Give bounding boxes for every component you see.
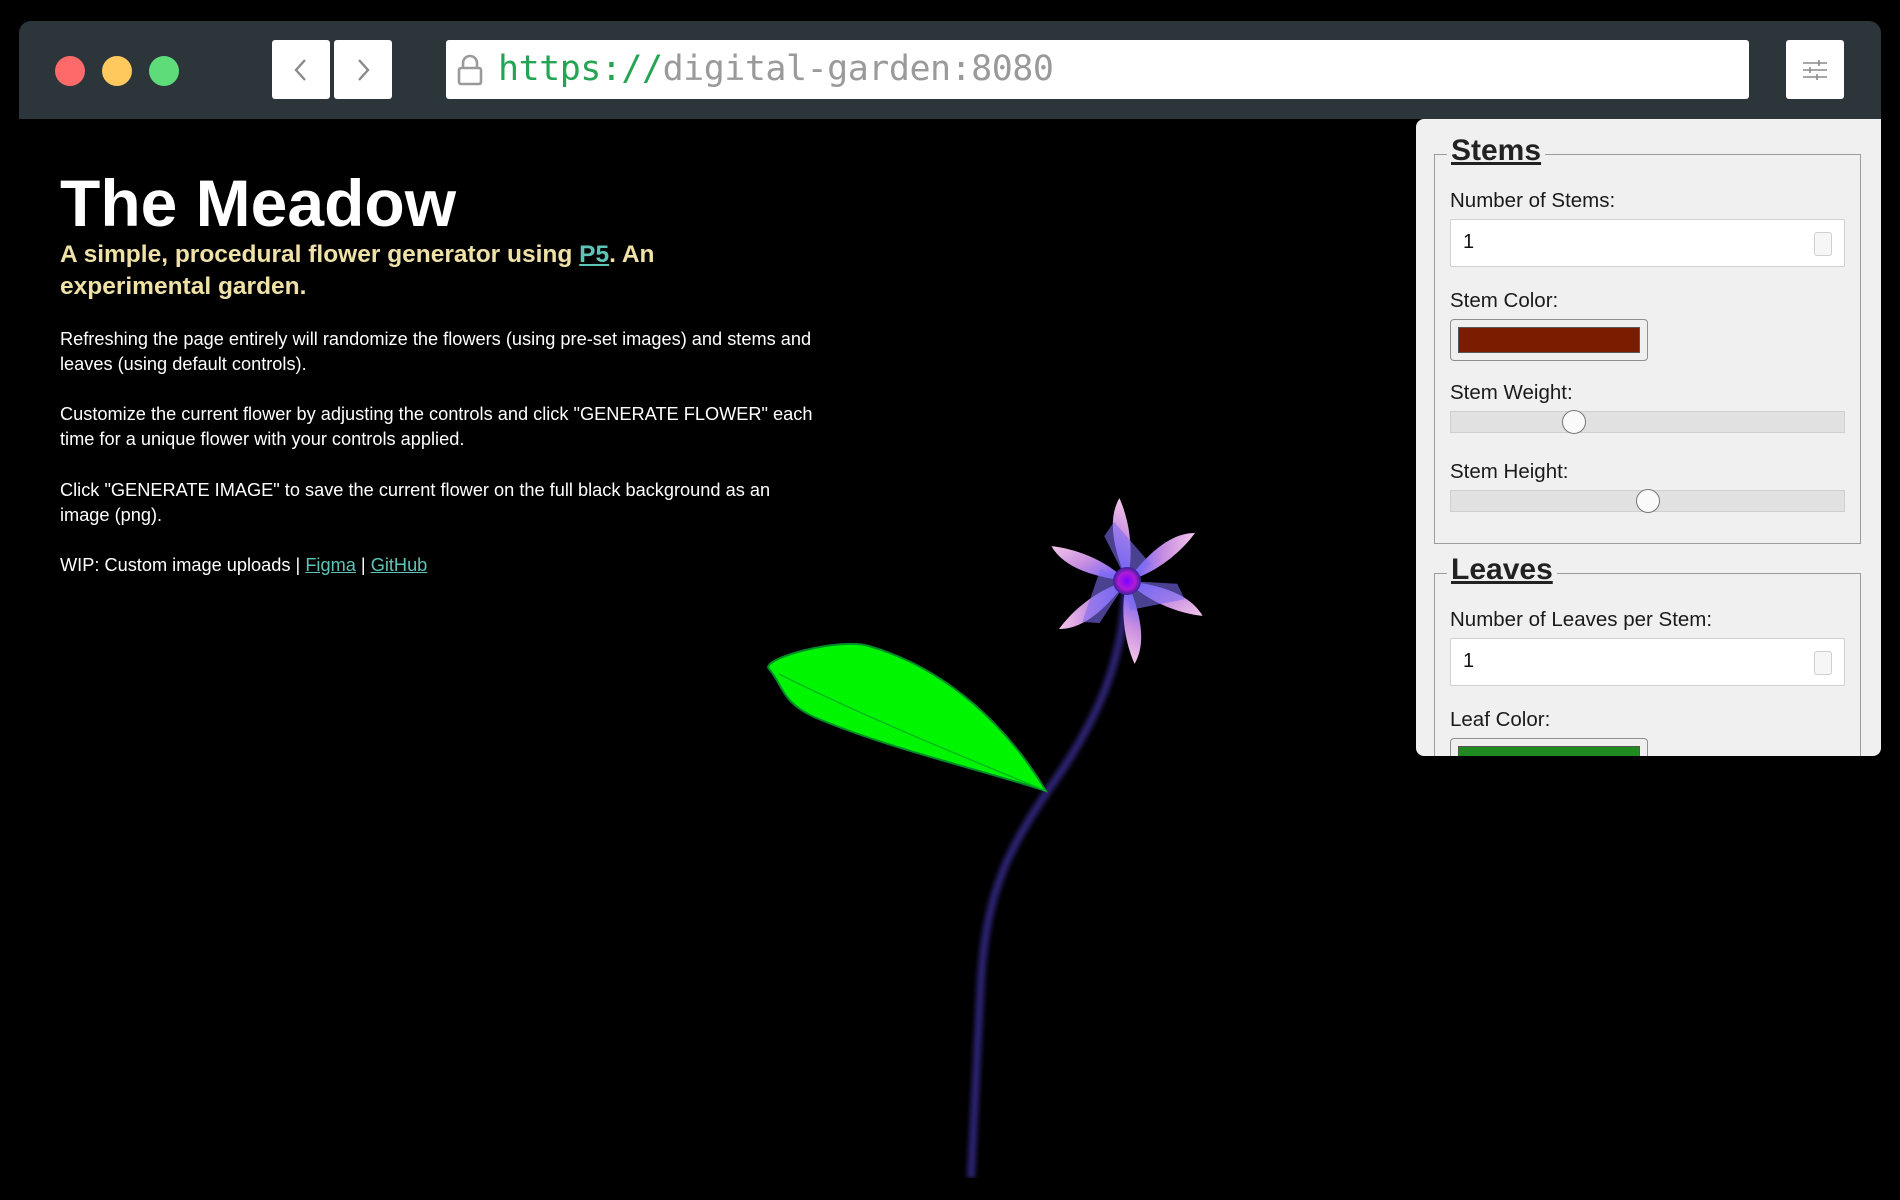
leaf-color-label: Leaf Color: [1450,708,1551,731]
leaf-color-picker[interactable] [1450,738,1648,756]
intro-paragraph-1: Refreshing the page entirely will random… [60,329,812,374]
page-title: The Meadow [60,166,457,240]
leaf-count-label: Number of Leaves per Stem: [1450,608,1713,631]
back-button[interactable] [272,40,330,99]
stem-color-swatch [1458,327,1640,353]
stems-fieldset: Stems Number of Stems: 1 Stem Color: Ste… [1434,133,1861,544]
leaf-count-spinner[interactable] [1814,651,1832,675]
stem-color-picker[interactable] [1450,319,1648,361]
page-content: The Meadow A simple, procedural flower g… [19,119,1881,1178]
url-host: digital-garden:8080 [662,49,1054,89]
leaves-legend: Leaves [1447,552,1557,588]
flower-leaf [767,642,1049,793]
controls-panel: Stems Number of Stems: 1 Stem Color: Ste… [1416,119,1881,756]
stem-count-input[interactable]: 1 [1450,219,1845,267]
intro-paragraph-2: Customize the current flower by adjustin… [60,404,813,449]
chevron-left-icon [294,58,306,81]
wip-line: WIP: Custom image uploads | Figma | GitH… [60,553,820,578]
link-separator: | [355,555,371,575]
url-scheme: https:// [498,49,663,89]
page-subtitle: A simple, procedural flower generator us… [60,239,710,303]
forward-button[interactable] [334,40,392,99]
leaf-color-swatch [1458,746,1640,756]
stem-color-label: Stem Color: [1450,289,1559,312]
subtitle-text: A simple, procedural flower generator us… [60,241,580,268]
lock-icon [457,54,483,86]
browser-toolbar: https://digital-garden:8080 [19,21,1881,119]
stem-count-spinner[interactable] [1814,232,1832,256]
chevron-right-icon [358,58,370,81]
leaf-count-value: 1 [1463,650,1475,672]
flower-stem [967,582,1130,1178]
browser-window: https://digital-garden:8080 The Meadow A… [19,21,1881,1178]
github-link[interactable]: GitHub [371,555,428,575]
stem-count-value: 1 [1463,231,1475,253]
url-text: https://digital-garden:8080 [498,49,1054,89]
leaves-fieldset: Leaves Number of Leaves per Stem: 1 Leaf… [1434,552,1861,756]
p5-link[interactable]: P5 [579,241,609,268]
intro-paragraph-3: Click "GENERATE IMAGE" to save the curre… [60,480,771,525]
close-window-button[interactable] [55,56,85,86]
figma-link[interactable]: Figma [305,555,356,575]
sliders-icon [1803,59,1827,80]
wip-text: WIP: Custom image uploads | [60,555,306,575]
flower-canvas[interactable] [719,459,1279,1178]
stem-height-label: Stem Height: [1450,460,1569,483]
leaf-count-input[interactable]: 1 [1450,638,1845,686]
minimize-window-button[interactable] [102,56,132,86]
settings-menu-button[interactable] [1786,40,1844,99]
stem-weight-thumb[interactable] [1561,410,1586,434]
stem-count-label: Number of Stems: [1450,189,1616,212]
stems-legend: Stems [1447,133,1546,169]
stem-height-thumb[interactable] [1635,489,1660,513]
stem-height-slider[interactable] [1450,489,1845,513]
flower-head [1051,498,1203,664]
stem-weight-slider[interactable] [1450,410,1845,434]
stem-weight-label: Stem Weight: [1450,381,1573,404]
maximize-window-button[interactable] [149,56,179,86]
address-bar[interactable]: https://digital-garden:8080 [446,40,1749,99]
